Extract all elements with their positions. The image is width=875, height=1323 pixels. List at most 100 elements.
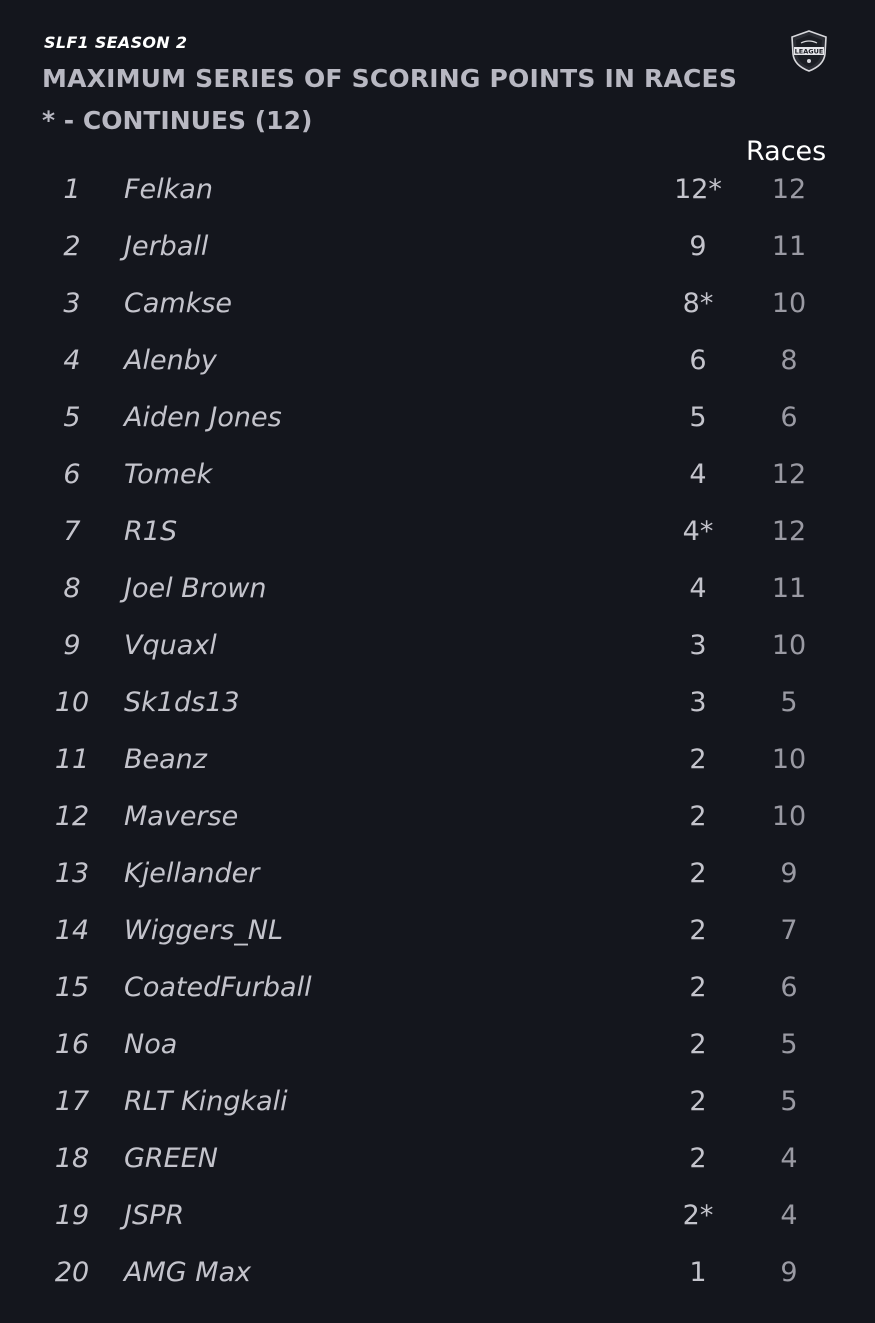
position-cell: 12 (54, 801, 90, 832)
table-row: 20 AMG Max 1 9 (0, 1253, 875, 1293)
streak-cell: 2 (689, 858, 707, 889)
table-row: 10 Sk1ds13 3 5 (0, 683, 875, 723)
position-cell: 2 (63, 231, 81, 262)
page-title: MAXIMUM SERIES OF SCORING POINTS IN RACE… (42, 64, 738, 93)
position-cell: 5 (63, 402, 81, 433)
driver-name-cell: Aiden Jones (124, 402, 282, 433)
table-row: 19 JSPR 2* 4 (0, 1196, 875, 1236)
table-row: 14 Wiggers_NL 2 7 (0, 911, 875, 951)
races-cell: 12 (771, 516, 807, 547)
streak-cell: 2* (682, 1200, 714, 1231)
races-cell: 12 (771, 459, 807, 490)
page-subtitle: * - CONTINUES (12) (42, 106, 313, 135)
table-row: 12 Maverse 2 10 (0, 797, 875, 837)
driver-name-cell: Camkse (124, 288, 233, 319)
position-cell: 18 (54, 1143, 90, 1174)
driver-name-cell: JSPR (124, 1200, 185, 1231)
races-cell: 4 (780, 1200, 798, 1231)
table-row: 6 Tomek 4 12 (0, 455, 875, 495)
streak-cell: 4 (689, 459, 707, 490)
driver-name-cell: GREEN (124, 1143, 218, 1174)
table-row: 3 Camkse 8* 10 (0, 284, 875, 324)
table-row: 8 Joel Brown 4 11 (0, 569, 875, 609)
table-row: 11 Beanz 2 10 (0, 740, 875, 780)
position-cell: 7 (63, 516, 81, 547)
streak-cell: 3 (689, 687, 707, 718)
races-cell: 5 (780, 687, 798, 718)
logo-text: LEAGUE (795, 47, 824, 55)
driver-name-cell: Jerball (124, 231, 209, 262)
races-column-header: Races (746, 136, 827, 167)
races-cell: 10 (771, 288, 807, 319)
driver-name-cell: Tomek (124, 459, 213, 490)
driver-name-cell: Felkan (124, 174, 213, 205)
table-row: 13 Kjellander 2 9 (0, 854, 875, 894)
streak-cell: 6 (689, 345, 707, 376)
races-cell: 4 (780, 1143, 798, 1174)
races-cell: 12 (771, 174, 807, 205)
streak-cell: 8* (682, 288, 714, 319)
streak-cell: 1 (689, 1257, 707, 1288)
driver-name-cell: Beanz (124, 744, 207, 775)
position-cell: 16 (54, 1029, 90, 1060)
table-row: 1 Felkan 12* 12 (0, 170, 875, 210)
table-row: 16 Noa 2 5 (0, 1025, 875, 1065)
table-row: 4 Alenby 6 8 (0, 341, 875, 381)
races-cell: 10 (771, 744, 807, 775)
races-cell: 6 (780, 402, 798, 433)
races-cell: 10 (771, 630, 807, 661)
position-cell: 15 (54, 972, 90, 1003)
races-cell: 8 (780, 345, 798, 376)
position-cell: 4 (63, 345, 81, 376)
streak-cell: 4 (689, 573, 707, 604)
driver-name-cell: CoatedFurball (124, 972, 312, 1003)
driver-name-cell: Maverse (124, 801, 239, 832)
driver-name-cell: Noa (124, 1029, 178, 1060)
position-cell: 11 (54, 744, 90, 775)
streak-cell: 3 (689, 630, 707, 661)
races-cell: 9 (780, 1257, 798, 1288)
position-cell: 13 (54, 858, 90, 889)
table-row: 18 GREEN 2 4 (0, 1139, 875, 1179)
season-label: SLF1 SEASON 2 (44, 33, 188, 52)
table-row: 2 Jerball 9 11 (0, 227, 875, 267)
races-cell: 5 (780, 1029, 798, 1060)
driver-name-cell: Kjellander (124, 858, 260, 889)
position-cell: 10 (54, 687, 90, 718)
table-row: 5 Aiden Jones 5 6 (0, 398, 875, 438)
position-cell: 9 (63, 630, 81, 661)
races-cell: 6 (780, 972, 798, 1003)
position-cell: 14 (54, 915, 90, 946)
streak-cell: 4* (682, 516, 714, 547)
races-cell: 9 (780, 858, 798, 889)
races-cell: 10 (771, 801, 807, 832)
driver-name-cell: Sk1ds13 (124, 687, 240, 718)
table-row: 15 CoatedFurball 2 6 (0, 968, 875, 1008)
streak-cell: 12* (674, 174, 722, 205)
table-row: 9 Vquaxl 3 10 (0, 626, 875, 666)
position-cell: 8 (63, 573, 81, 604)
driver-name-cell: R1S (124, 516, 178, 547)
streak-cell: 2 (689, 1029, 707, 1060)
races-cell: 5 (780, 1086, 798, 1117)
streak-cell: 9 (689, 231, 707, 262)
streak-cell: 2 (689, 1143, 707, 1174)
position-cell: 6 (63, 459, 81, 490)
races-cell: 7 (780, 915, 798, 946)
races-cell: 11 (771, 573, 807, 604)
streak-cell: 2 (689, 744, 707, 775)
position-cell: 17 (54, 1086, 90, 1117)
shield-logo-icon: LEAGUE (791, 30, 827, 72)
driver-name-cell: Vquaxl (124, 630, 217, 661)
streak-cell: 5 (689, 402, 707, 433)
driver-name-cell: AMG Max (124, 1257, 252, 1288)
streak-cell: 2 (689, 972, 707, 1003)
position-cell: 20 (54, 1257, 90, 1288)
races-cell: 11 (771, 231, 807, 262)
streak-cell: 2 (689, 1086, 707, 1117)
driver-name-cell: Wiggers_NL (124, 915, 283, 946)
position-cell: 3 (63, 288, 81, 319)
streak-cell: 2 (689, 801, 707, 832)
driver-name-cell: RLT Kingkali (124, 1086, 288, 1117)
position-cell: 1 (63, 174, 81, 205)
